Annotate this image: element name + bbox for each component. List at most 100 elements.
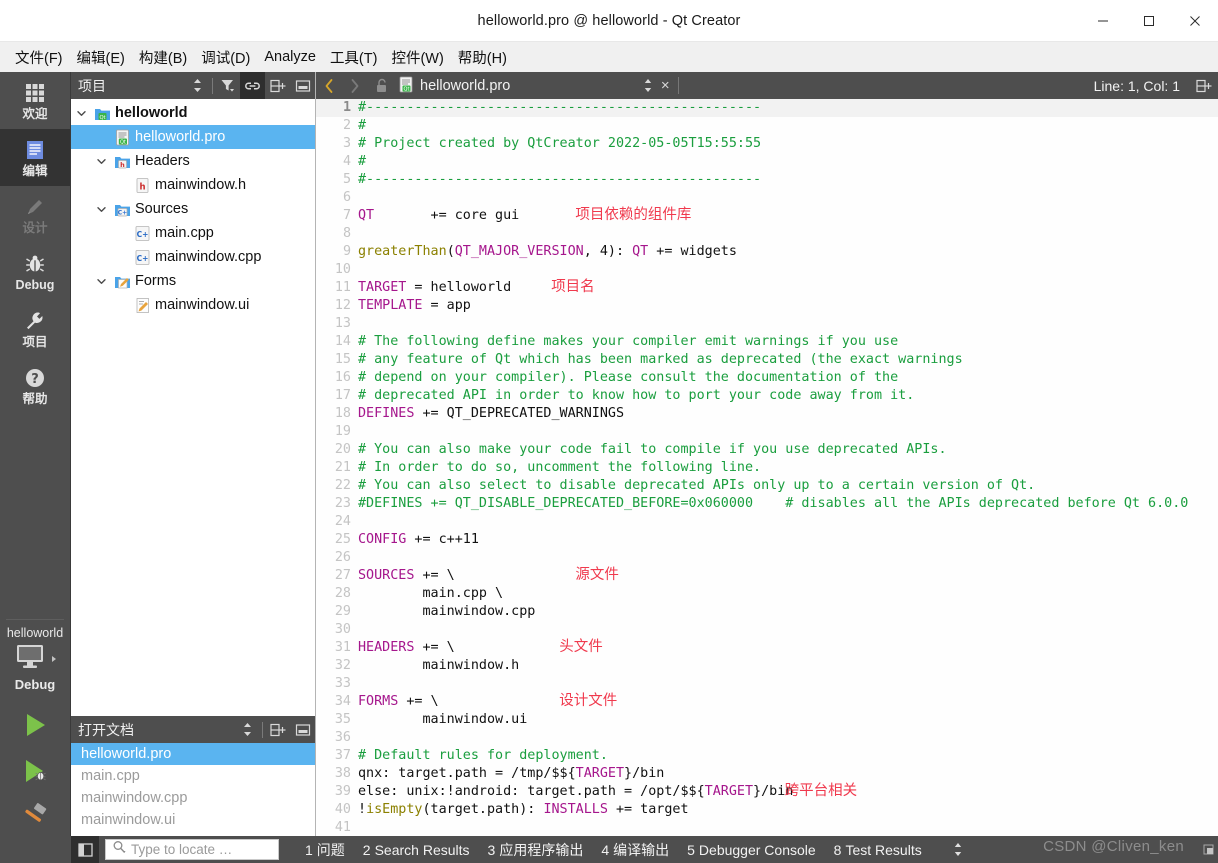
output-tab-debugger-console[interactable]: 5 Debugger Console: [687, 842, 816, 858]
menu-edit[interactable]: 编辑(E): [70, 44, 132, 71]
code-line[interactable]: 15 # any feature of Qt which has been mar…: [316, 351, 1218, 369]
build-button[interactable]: [11, 798, 59, 836]
menu-tools[interactable]: 工具(T): [323, 44, 385, 71]
code-line[interactable]: 22 # You can also select to disable depre…: [316, 477, 1218, 495]
code-line[interactable]: 5 #--------------------------------------…: [316, 171, 1218, 189]
code-line[interactable]: 26: [316, 549, 1218, 567]
debug-button[interactable]: [11, 752, 59, 790]
split-icon[interactable]: [265, 716, 290, 743]
code-line[interactable]: 3 # Project created by QtCreator 2022-05-…: [316, 135, 1218, 153]
open-document-main-cpp[interactable]: main.cpp: [71, 765, 315, 787]
code-line[interactable]: 18 DEFINES += QT_DEPRECATED_WARNINGS: [316, 405, 1218, 423]
code-line[interactable]: 28 main.cpp \: [316, 585, 1218, 603]
close-panel-icon[interactable]: [290, 716, 315, 743]
resize-grip-icon[interactable]: [1198, 839, 1214, 860]
open-document-mainwindow-cpp[interactable]: mainwindow.cpp: [71, 787, 315, 809]
split-editor-icon[interactable]: [1190, 72, 1218, 99]
tree-item-mainwindow-cpp[interactable]: C+ mainwindow.cpp: [71, 245, 315, 269]
line-col-indicator[interactable]: Line: 1, Col: 1: [1094, 78, 1190, 94]
code-line[interactable]: 40 !isEmpty(target.path): INSTALLS += tar…: [316, 801, 1218, 819]
output-tab-application-output[interactable]: 3 应用程序输出: [488, 840, 584, 860]
output-tab-issues[interactable]: 1 问题: [305, 840, 345, 860]
project-tree[interactable]: Qt helloworld Qt helloworld.pro h Headers h mai…: [71, 99, 315, 716]
tree-item-mainwindow-h[interactable]: h mainwindow.h: [71, 173, 315, 197]
code-line[interactable]: 34 FORMS += \ 设计文件: [316, 693, 1218, 711]
nav-forward-icon[interactable]: [342, 72, 368, 99]
code-line[interactable]: 30: [316, 621, 1218, 639]
open-document-helloworld-pro[interactable]: helloworld.pro: [71, 743, 315, 765]
menu-debug[interactable]: 调试(D): [194, 44, 257, 71]
menu-file[interactable]: 文件(F): [8, 44, 70, 71]
close-panel-icon[interactable]: [290, 72, 315, 99]
tree-item-sources[interactable]: C+ Sources: [71, 197, 315, 221]
tree-item-forms[interactable]: Forms: [71, 269, 315, 293]
tree-item-main-cpp[interactable]: C+ main.cpp: [71, 221, 315, 245]
editor-file-selector[interactable]: Qt helloworld.pro: [394, 76, 654, 96]
tree-item-helloworld-pro[interactable]: Qt helloworld.pro: [71, 125, 315, 149]
code-line[interactable]: 33: [316, 675, 1218, 693]
maximize-button[interactable]: [1126, 0, 1172, 41]
chevron-down-icon[interactable]: [71, 108, 91, 119]
code-line[interactable]: 20 # You can also make your code fail to …: [316, 441, 1218, 459]
chevron-down-icon[interactable]: [91, 276, 111, 287]
tree-item-helloworld[interactable]: Qt helloworld: [71, 101, 315, 125]
editor-file-dropdown-icon[interactable]: [642, 78, 654, 93]
chevron-down-icon[interactable]: [91, 204, 111, 215]
code-line[interactable]: 27 SOURCES += \ 源文件: [316, 567, 1218, 585]
code-line[interactable]: 38 qnx: target.path = /tmp/$${TARGET}/bin: [316, 765, 1218, 783]
split-icon[interactable]: [265, 72, 290, 99]
mode-help[interactable]: ? 帮助: [0, 357, 70, 414]
code-line[interactable]: 13: [316, 315, 1218, 333]
menu-help[interactable]: 帮助(H): [451, 44, 514, 71]
code-editor[interactable]: 1 #--------------------------------------…: [316, 99, 1218, 836]
output-pane-more-icon[interactable]: [952, 842, 964, 857]
code-line[interactable]: 4 #: [316, 153, 1218, 171]
kit-selector[interactable]: helloworld Debug: [0, 620, 70, 694]
code-line[interactable]: 23 #DEFINES += QT_DISABLE_DEPRECATED_BEFO…: [316, 495, 1218, 513]
code-line[interactable]: 1 #--------------------------------------…: [316, 99, 1218, 117]
code-line[interactable]: 39 else: unix:!android: target.path = /op…: [316, 783, 1218, 801]
code-line[interactable]: 9 greaterThan(QT_MAJOR_VERSION, 4): QT +=…: [316, 243, 1218, 261]
tree-item-headers[interactable]: h Headers: [71, 149, 315, 173]
code-line[interactable]: 19: [316, 423, 1218, 441]
code-line[interactable]: 2 #: [316, 117, 1218, 135]
nav-back-icon[interactable]: [316, 72, 342, 99]
mode-edit[interactable]: 编辑: [0, 129, 70, 186]
code-line[interactable]: 35 mainwindow.ui: [316, 711, 1218, 729]
editor-close-icon[interactable]: ×: [654, 77, 676, 94]
toggle-sidebar-button[interactable]: [71, 836, 99, 863]
code-line[interactable]: 12 TEMPLATE = app: [316, 297, 1218, 315]
close-button[interactable]: [1172, 0, 1218, 41]
chevron-down-icon[interactable]: [91, 156, 111, 167]
sort-arrows-icon[interactable]: [185, 72, 210, 99]
code-line[interactable]: 7 QT += core gui 项目依赖的组件库: [316, 207, 1218, 225]
code-line[interactable]: 17 # deprecated API in order to know how …: [316, 387, 1218, 405]
lock-icon[interactable]: [368, 72, 394, 99]
mode-projects[interactable]: 项目: [0, 300, 70, 357]
output-tab-search-results[interactable]: 2 Search Results: [363, 842, 470, 858]
code-line[interactable]: 36: [316, 729, 1218, 747]
code-line[interactable]: 24: [316, 513, 1218, 531]
menu-build[interactable]: 构建(B): [132, 44, 194, 71]
output-tab-compile-output[interactable]: 4 编译输出: [601, 840, 669, 860]
sort-arrows-icon[interactable]: [235, 716, 260, 743]
code-line[interactable]: 6: [316, 189, 1218, 207]
code-line[interactable]: 41: [316, 819, 1218, 836]
mode-design[interactable]: 设计: [0, 186, 70, 243]
code-line[interactable]: 29 mainwindow.cpp: [316, 603, 1218, 621]
minimize-button[interactable]: [1080, 0, 1126, 41]
code-line[interactable]: 10: [316, 261, 1218, 279]
tree-item-mainwindow-ui[interactable]: mainwindow.ui: [71, 293, 315, 317]
locator-input[interactable]: Type to locate …: [105, 839, 279, 860]
output-tab-test-results[interactable]: 8 Test Results: [834, 842, 922, 858]
link-icon[interactable]: [240, 72, 265, 99]
code-line[interactable]: 32 mainwindow.h: [316, 657, 1218, 675]
filter-icon[interactable]: [215, 72, 240, 99]
mode-debug[interactable]: Debug: [0, 243, 70, 300]
code-line[interactable]: 16 # depend on your compiler). Please con…: [316, 369, 1218, 387]
code-line[interactable]: 31 HEADERS += \ 头文件: [316, 639, 1218, 657]
open-documents-list[interactable]: helloworld.pro main.cpp mainwindow.cpp main…: [71, 743, 315, 836]
code-line[interactable]: 25 CONFIG += c++11: [316, 531, 1218, 549]
menu-window[interactable]: 控件(W): [384, 44, 450, 71]
code-line[interactable]: 21 # In order to do so, uncomment the fol…: [316, 459, 1218, 477]
